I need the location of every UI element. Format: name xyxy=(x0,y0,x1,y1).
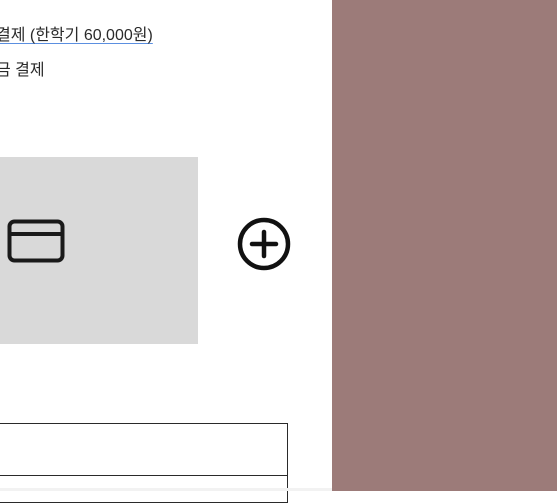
form-divider xyxy=(0,475,287,476)
payment-subline: 금 결제 xyxy=(0,62,45,79)
input-form-box[interactable] xyxy=(0,423,288,503)
credit-card-icon xyxy=(7,219,65,263)
right-side-panel xyxy=(332,0,557,491)
payment-plan-link[interactable]: 결제 (한학기 60,000원) xyxy=(0,26,153,46)
add-payment-button[interactable] xyxy=(236,216,292,272)
